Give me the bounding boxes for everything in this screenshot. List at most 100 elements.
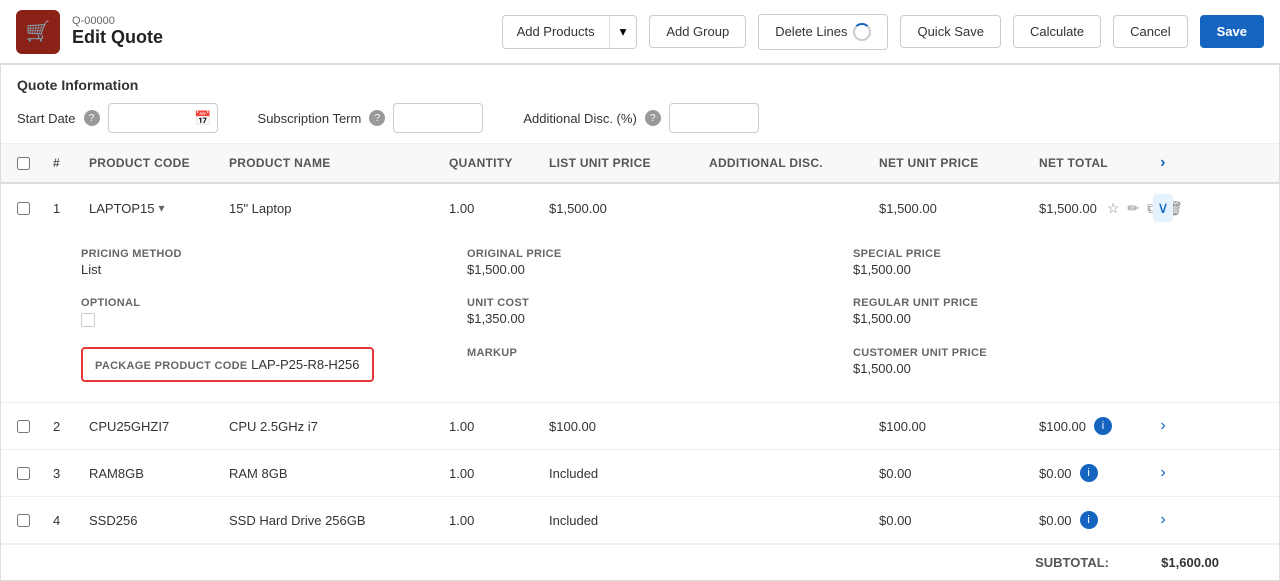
original-price-value: $1,500.00 xyxy=(467,262,813,277)
row2-list-unit-price: $100.00 xyxy=(541,409,701,444)
row4-list-unit-price: Included xyxy=(541,503,701,538)
markup-group: MARKUP xyxy=(467,347,813,382)
row4-product-code: SSD256 xyxy=(81,503,221,538)
unit-cost-label: UNIT COST xyxy=(467,297,813,309)
regular-unit-price-value: $1,500.00 xyxy=(853,311,1199,326)
save-button[interactable]: Save xyxy=(1200,15,1264,48)
row3-net-total: $0.00 i xyxy=(1031,454,1151,492)
subtotal-value: $1,600.00 xyxy=(1129,555,1219,570)
optional-group: OPTIONAL xyxy=(81,297,427,327)
add-products-dropdown-button[interactable]: ▾ xyxy=(609,15,638,49)
th-product-code: PRODUCT CODE xyxy=(81,144,221,182)
row3-net-unit-price: $0.00 xyxy=(871,456,1031,491)
row1-expand-details: PRICING METHOD List ORIGINAL PRICE $1,50… xyxy=(1,232,1279,403)
additional-disc-group: Additional Disc. (%) ? xyxy=(523,103,758,133)
unit-cost-value: $1,350.00 xyxy=(467,311,813,326)
customer-unit-price-label: CUSTOMER UNIT PRICE xyxy=(853,347,1199,359)
page-title: Edit Quote xyxy=(72,27,163,48)
quick-save-button[interactable]: Quick Save xyxy=(900,15,1000,48)
app-logo: 🛒 xyxy=(16,10,60,54)
dropdown-icon[interactable]: ▾ xyxy=(159,201,165,215)
row1-net-total: $1,500.00 ☆ ✏ ⧉ 🗑 xyxy=(1031,188,1151,229)
subscription-term-help-icon[interactable]: ? xyxy=(369,110,385,126)
optional-checkbox[interactable] xyxy=(81,313,95,327)
chevron-right-icon[interactable]: › xyxy=(1156,460,1169,486)
chevron-down-icon[interactable]: ∨ xyxy=(1153,194,1173,222)
calculate-button[interactable]: Calculate xyxy=(1013,15,1101,48)
regular-unit-price-label: REGULAR UNIT PRICE xyxy=(853,297,1199,309)
cancel-button[interactable]: Cancel xyxy=(1113,15,1187,48)
row4-expand[interactable]: › xyxy=(1151,497,1175,543)
th-net-total: NET TOTAL xyxy=(1031,144,1151,182)
main-content: Quote Information Start Date ? 📅 Subscri… xyxy=(0,64,1280,581)
row4-checkbox[interactable] xyxy=(9,504,45,537)
row2-product-code: CPU25GHZI7 xyxy=(81,409,221,444)
loading-spinner xyxy=(853,23,871,41)
quote-info-section: Quote Information Start Date ? 📅 Subscri… xyxy=(1,65,1279,144)
special-price-group: SPECIAL PRICE $1,500.00 xyxy=(853,248,1199,277)
chevron-right-icon[interactable]: › xyxy=(1156,507,1169,533)
delete-lines-button[interactable]: Delete Lines xyxy=(758,14,888,50)
th-checkbox xyxy=(9,144,45,182)
th-product-name: PRODUCT NAME xyxy=(221,144,441,182)
package-code-box: PACKAGE PRODUCT CODE LAP-P25-R8-H256 xyxy=(81,347,427,382)
start-date-group: Start Date ? 📅 xyxy=(17,103,218,133)
row3-expand[interactable]: › xyxy=(1151,450,1175,496)
add-group-button[interactable]: Add Group xyxy=(649,15,746,48)
row3-product-code: RAM8GB xyxy=(81,456,221,491)
start-date-label: Start Date xyxy=(17,111,76,126)
row3-additional-disc xyxy=(701,463,871,483)
row1-additional-disc xyxy=(701,198,871,218)
special-price-label: SPECIAL PRICE xyxy=(853,248,1199,260)
row2-net-unit-price: $100.00 xyxy=(871,409,1031,444)
subscription-term-group: Subscription Term ? xyxy=(258,103,484,133)
th-list-unit-price: LIST UNIT PRICE xyxy=(541,144,701,182)
add-products-group: Add Products ▾ xyxy=(502,15,638,49)
original-price-group: ORIGINAL PRICE $1,500.00 xyxy=(467,248,813,277)
quote-info-title: Quote Information xyxy=(17,77,1263,93)
table-row: 1 LAPTOP15 ▾ 15" Laptop 1.00 $1,500.00 $… xyxy=(1,184,1279,232)
additional-disc-input[interactable] xyxy=(669,103,759,133)
row1-expand[interactable]: ∨ xyxy=(1151,184,1175,232)
row2-info-icon[interactable]: i xyxy=(1094,417,1112,435)
row3-checkbox[interactable] xyxy=(9,457,45,490)
subscription-term-label: Subscription Term xyxy=(258,111,362,126)
row4-product-name: SSD Hard Drive 256GB xyxy=(221,503,441,538)
row2-checkbox[interactable] xyxy=(9,410,45,443)
row4-additional-disc xyxy=(701,510,871,530)
subtotal-label: SUBTOTAL: xyxy=(1035,555,1109,570)
pricing-method-value: List xyxy=(81,262,427,277)
package-code-label: PACKAGE PRODUCT CODE xyxy=(95,360,247,372)
additional-disc-help-icon[interactable]: ? xyxy=(645,110,661,126)
row1-list-unit-price: $1,500.00 xyxy=(541,191,701,226)
header: 🛒 Q-00000 Edit Quote Add Products ▾ Add … xyxy=(0,0,1280,64)
row1-net-unit-price: $1,500.00 xyxy=(871,191,1031,226)
unit-cost-group: UNIT COST $1,350.00 xyxy=(467,297,813,327)
markup-label: MARKUP xyxy=(467,347,813,359)
row4-info-icon[interactable]: i xyxy=(1080,511,1098,529)
row1-quantity: 1.00 xyxy=(441,191,541,226)
table-row: 3 RAM8GB RAM 8GB 1.00 Included $0.00 $0.… xyxy=(1,450,1279,497)
add-products-button[interactable]: Add Products xyxy=(502,15,609,49)
package-box-content: PACKAGE PRODUCT CODE LAP-P25-R8-H256 xyxy=(81,347,374,382)
chevron-right-icon[interactable]: › xyxy=(1156,413,1169,439)
calendar-icon[interactable]: 📅 xyxy=(194,110,211,127)
row3-info-icon[interactable]: i xyxy=(1080,464,1098,482)
subscription-term-input[interactable] xyxy=(393,103,483,133)
row2-additional-disc xyxy=(701,416,871,436)
row1-num: 1 xyxy=(45,191,81,226)
start-date-help-icon[interactable]: ? xyxy=(84,110,100,126)
package-code-value: LAP-P25-R8-H256 xyxy=(251,357,359,372)
row4-num: 4 xyxy=(45,503,81,538)
row1-product-name: 15" Laptop xyxy=(221,191,441,226)
customer-unit-price-group: CUSTOMER UNIT PRICE $1,500.00 xyxy=(853,347,1199,382)
th-quantity: QUANTITY xyxy=(441,144,541,182)
star-icon[interactable]: ☆ xyxy=(1105,198,1122,219)
th-net-unit-price: NET UNIT PRICE xyxy=(871,144,1031,182)
edit-icon[interactable]: ✏ xyxy=(1125,198,1141,219)
row2-expand[interactable]: › xyxy=(1151,403,1175,449)
select-all-checkbox[interactable] xyxy=(17,157,30,170)
row1-product-code: LAPTOP15 ▾ xyxy=(81,191,221,226)
quote-info-fields: Start Date ? 📅 Subscription Term ? Addit… xyxy=(17,103,1263,133)
row1-checkbox[interactable] xyxy=(9,192,45,225)
